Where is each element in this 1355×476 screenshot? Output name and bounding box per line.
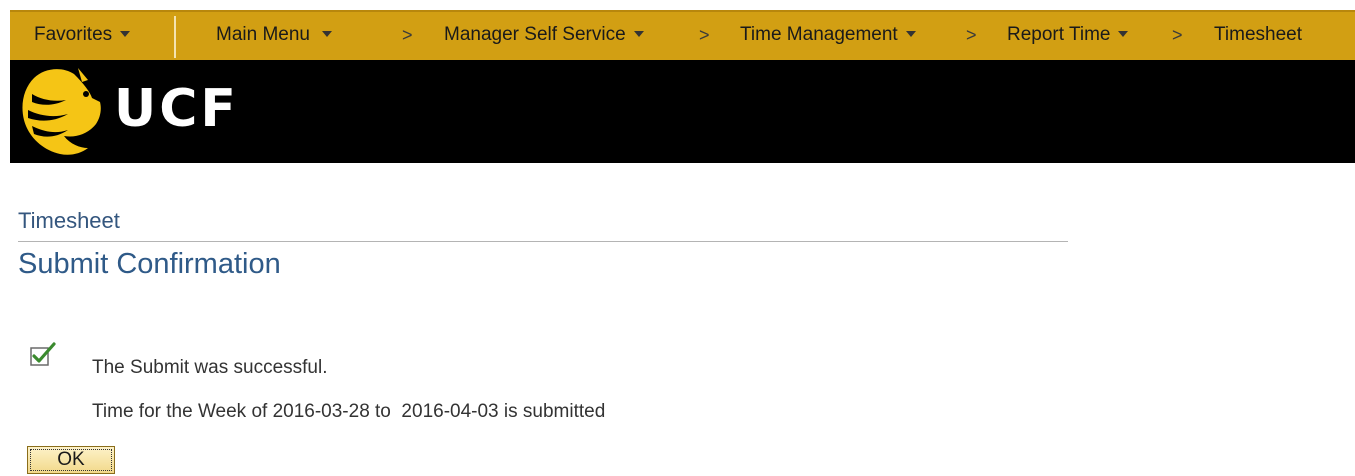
favorites-label: Favorites [34, 24, 113, 45]
breadcrumb-timesheet[interactable]: Timesheet [1214, 23, 1302, 47]
page: Favorites Main Menu > Manager Self Servi… [10, 10, 1355, 476]
component-title: Timesheet [18, 208, 120, 233]
success-message: The Submit was successful. [92, 357, 328, 378]
breadcrumb-separator: > [402, 25, 413, 45]
nav-divider [174, 16, 176, 58]
breadcrumb-label: Manager Self Service [444, 24, 626, 45]
favorites-menu[interactable]: Favorites [34, 23, 131, 47]
breadcrumb-label: Time Management [740, 24, 898, 45]
breadcrumb-label: Timesheet [1214, 24, 1302, 45]
chevron-down-icon [1118, 30, 1129, 37]
checkmark-icon [30, 342, 56, 366]
ucf-banner: UCF [10, 60, 1355, 163]
chevron-down-icon [120, 30, 131, 37]
submission-detail-message: Time for the Week of 2016-03-28 to 2016-… [92, 401, 606, 422]
page-title: Submit Confirmation [18, 248, 281, 280]
main-menu[interactable]: Main Menu [216, 23, 332, 47]
top-navigation-bar: Favorites Main Menu > Manager Self Servi… [10, 10, 1355, 60]
breadcrumb-separator: > [699, 25, 710, 45]
breadcrumb-time-management[interactable]: Time Management [740, 23, 916, 47]
chevron-down-icon [322, 30, 332, 37]
chevron-down-icon [633, 30, 644, 37]
breadcrumb-separator: > [966, 25, 977, 45]
main-menu-label: Main Menu [216, 24, 310, 45]
breadcrumb-label: Report Time [1007, 24, 1111, 45]
ok-button[interactable]: OK [27, 446, 115, 474]
title-divider [18, 241, 1068, 242]
pegasus-logo-icon [22, 68, 101, 155]
breadcrumb-separator: > [1172, 25, 1183, 45]
ucf-logo-text: UCF [114, 79, 239, 139]
breadcrumb-report-time[interactable]: Report Time [1007, 23, 1129, 47]
chevron-down-icon [905, 30, 916, 37]
breadcrumb-manager-self-service[interactable]: Manager Self Service [444, 23, 644, 47]
